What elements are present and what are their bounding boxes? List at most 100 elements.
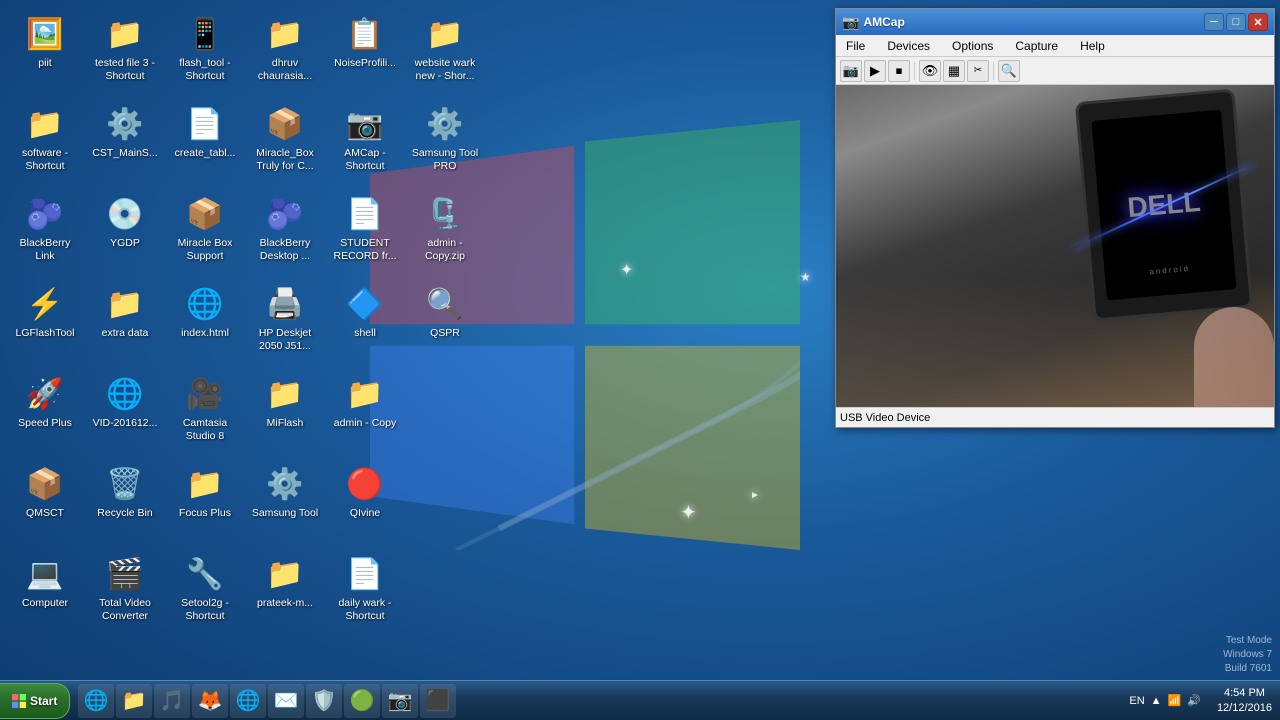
toolbar-stop[interactable]: ⏹ — [888, 60, 910, 82]
taskbar-explorer[interactable]: 📁 — [116, 684, 152, 718]
icon-label-vid: VID-201612... — [93, 417, 158, 430]
icon-label-admin-copy: admin - Copy — [334, 417, 396, 430]
tablet-device: DELL android — [1075, 88, 1254, 321]
desktop-icon-blackberry-link[interactable]: 🫐BlackBerry Link — [5, 190, 85, 280]
taskbar-wmp[interactable]: 🎵 — [154, 684, 190, 718]
desktop-icon-vid[interactable]: 🌐VID-201612... — [85, 370, 165, 460]
start-label: Start — [30, 694, 57, 708]
icon-label-samsung-tool-pro: Samsung Tool PRO — [409, 147, 481, 172]
minimize-button[interactable]: ─ — [1204, 13, 1224, 31]
desktop-icon-hp-deskjet[interactable]: 🖨️HP Deskjet 2050 J51... — [245, 280, 325, 370]
camera-feed: DELL android — [836, 85, 1274, 407]
icon-image-software-shortcut: 📁 — [25, 104, 65, 144]
desktop-icon-student-record[interactable]: 📄STUDENT RECORD fr... — [325, 190, 405, 280]
desktop-icon-admin-copyzip[interactable]: 🗜️admin - Copy.zip — [405, 190, 485, 280]
taskbar-firefox[interactable]: 🦊 — [192, 684, 228, 718]
desktop-icon-total-video[interactable]: 🎬Total Video Converter — [85, 550, 165, 640]
desktop-icon-dhruv[interactable]: 📁dhruv chaurasia... — [245, 10, 325, 100]
desktop-icon-setool2g[interactable]: 🔧Setool2g - Shortcut — [165, 550, 245, 640]
desktop-icon-flash-tool[interactable]: 📱flash_tool - Shortcut — [165, 10, 245, 100]
toolbar-eye[interactable]: 👁 — [919, 60, 941, 82]
menu-capture[interactable]: Capture — [1009, 37, 1064, 55]
desktop-icon-recycle-bin[interactable]: 🗑️Recycle Bin — [85, 460, 165, 550]
icon-image-website-wark: 📁 — [425, 14, 465, 54]
desktop-icon-noise-profiling[interactable]: 📋NoiseProfili... — [325, 10, 405, 100]
icon-image-daily-wark: 📄 — [345, 554, 385, 594]
desktop-icon-samsung-tool-pro[interactable]: ⚙️Samsung Tool PRO — [405, 100, 485, 190]
desktop-icon-area: 🖼️piit📁software - Shortcut🫐BlackBerry Li… — [0, 5, 490, 675]
sparkle-1: ✦ — [620, 260, 633, 280]
desktop-icon-extra-data[interactable]: 📁extra data — [85, 280, 165, 370]
desktop-icon-qmsct[interactable]: 📦QMSCT — [5, 460, 85, 550]
icon-label-recycle-bin: Recycle Bin — [97, 507, 152, 520]
desktop-icon-speed-plus[interactable]: 🚀 Speed Plus — [5, 370, 85, 460]
toolbar-search[interactable]: 🔍 — [998, 60, 1020, 82]
icon-image-index-html: 🌐 — [185, 284, 225, 324]
icon-image-tested-file: 📁 — [105, 14, 145, 54]
desktop-icon-miracle-box-truly[interactable]: 📦Miracle_Box Truly for C... — [245, 100, 325, 190]
desktop-icon-amcap-shortcut[interactable]: 📷AMCap - Shortcut — [325, 100, 405, 190]
taskbar-green-c[interactable]: 🟢 — [344, 684, 380, 718]
taskbar-lang: EN — [1129, 695, 1144, 707]
icon-image-blackberry-desktop: 🫐 — [265, 194, 305, 234]
toolbar-snap[interactable]: 📷 — [840, 60, 862, 82]
icon-image-miflash: 📁 — [265, 374, 305, 414]
menu-devices[interactable]: Devices — [881, 37, 936, 55]
desktop-icon-website-wark[interactable]: 📁website wark new - Shor... — [405, 10, 485, 100]
desktop-icon-camtasia[interactable]: 🎥Camtasia Studio 8 — [165, 370, 245, 460]
toolbar-cut[interactable]: ✂ — [967, 60, 989, 82]
toolbar-grid[interactable]: ▦ — [943, 60, 965, 82]
menu-file[interactable]: File — [840, 37, 871, 55]
desktop-icon-lgflash[interactable]: ⚡LGFlashTool — [5, 280, 85, 370]
icon-label-ygdp: YGDP — [110, 237, 140, 250]
icon-image-hp-deskjet: 🖨️ — [265, 284, 305, 324]
icon-image-student-record: 📄 — [345, 194, 385, 234]
desktop-icon-qspr[interactable]: 🔍QSPR — [405, 280, 485, 370]
desktop-icon-prateek-m[interactable]: 📁prateek-m... — [245, 550, 325, 640]
window-statusbar: USB Video Device — [836, 407, 1274, 427]
icon-image-speed-plus: 🚀 — [25, 374, 65, 414]
desktop-icon-ygdp[interactable]: 💿YGDP — [85, 190, 165, 280]
icon-label-blackberry-desktop: BlackBerry Desktop ... — [249, 237, 321, 262]
start-button[interactable]: Start — [0, 683, 70, 719]
menu-options[interactable]: Options — [946, 37, 999, 55]
menu-help[interactable]: Help — [1074, 37, 1111, 55]
amcap-title-text: AMCap — [863, 15, 1200, 29]
desktop-icon-cst-main[interactable]: ⚙️CST_MainS... — [85, 100, 165, 190]
toolbar-play[interactable]: ▶ — [864, 60, 886, 82]
desktop-icon-qivine[interactable]: 🔴QIvine — [325, 460, 405, 550]
taskbar-shield[interactable]: 🛡️ — [306, 684, 342, 718]
icon-image-noise-profiling: 📋 — [345, 14, 385, 54]
desktop-icon-piit[interactable]: 🖼️piit — [5, 10, 85, 100]
desktop-icon-tested-file[interactable]: 📁tested file 3 - Shortcut — [85, 10, 165, 100]
tablet-screen: DELL android — [1091, 110, 1236, 301]
icon-label-qmsct: QMSCT — [26, 507, 64, 520]
taskbar-tray-arrow[interactable]: ▲ — [1151, 695, 1162, 707]
maximize-button[interactable]: □ — [1226, 13, 1246, 31]
taskbar-speaker-icon[interactable]: 🔊 — [1187, 694, 1201, 707]
taskbar-ie[interactable]: 🌐 — [78, 684, 114, 718]
desktop-icon-miflash[interactable]: 📁MiFlash — [245, 370, 325, 460]
icon-image-extra-data: 📁 — [105, 284, 145, 324]
desktop-icon-index-html[interactable]: 🌐index.html — [165, 280, 245, 370]
taskbar-chrome[interactable]: 🌐 — [230, 684, 266, 718]
close-button[interactable]: ✕ — [1248, 13, 1268, 31]
desktop-icon-blackberry-desktop[interactable]: 🫐 BlackBerry Desktop ... — [245, 190, 325, 280]
desktop-icon-software-shortcut[interactable]: 📁software - Shortcut — [5, 100, 85, 190]
taskbar-network-icon: 📶 — [1168, 694, 1182, 707]
desktop-icon-miracle-box-support[interactable]: 📦Miracle Box Support — [165, 190, 245, 280]
icon-image-setool2g: 🔧 — [185, 554, 225, 594]
taskbar-black-c[interactable]: ⬛ — [420, 684, 456, 718]
taskbar-camera[interactable]: 📷 — [382, 684, 418, 718]
desktop-icon-shell[interactable]: 🔷shell — [325, 280, 405, 370]
desktop-icon-samsung-tool[interactable]: ⚙️Samsung Tool — [245, 460, 325, 550]
desktop-icon-daily-wark[interactable]: 📄daily wark - Shortcut — [325, 550, 405, 640]
icon-label-speed-plus: Speed Plus — [18, 417, 72, 430]
desktop-icon-focus-plus[interactable]: 📁Focus Plus — [165, 460, 245, 550]
desktop-icon-create-table[interactable]: 📄create_tabl... — [165, 100, 245, 190]
desktop-icon-admin-copy[interactable]: 📁admin - Copy — [325, 370, 405, 460]
desktop-icon-computer[interactable]: 💻Computer — [5, 550, 85, 640]
taskbar: Start 🌐 📁 🎵 🦊 🌐 ✉️ 🛡️ 🟢 📷 ⬛ EN ▲ 📶 🔊 4:5… — [0, 680, 1280, 720]
taskbar-mail[interactable]: ✉️ — [268, 684, 304, 718]
clock-area[interactable]: 4:54 PM 12/12/2016 — [1209, 686, 1280, 715]
